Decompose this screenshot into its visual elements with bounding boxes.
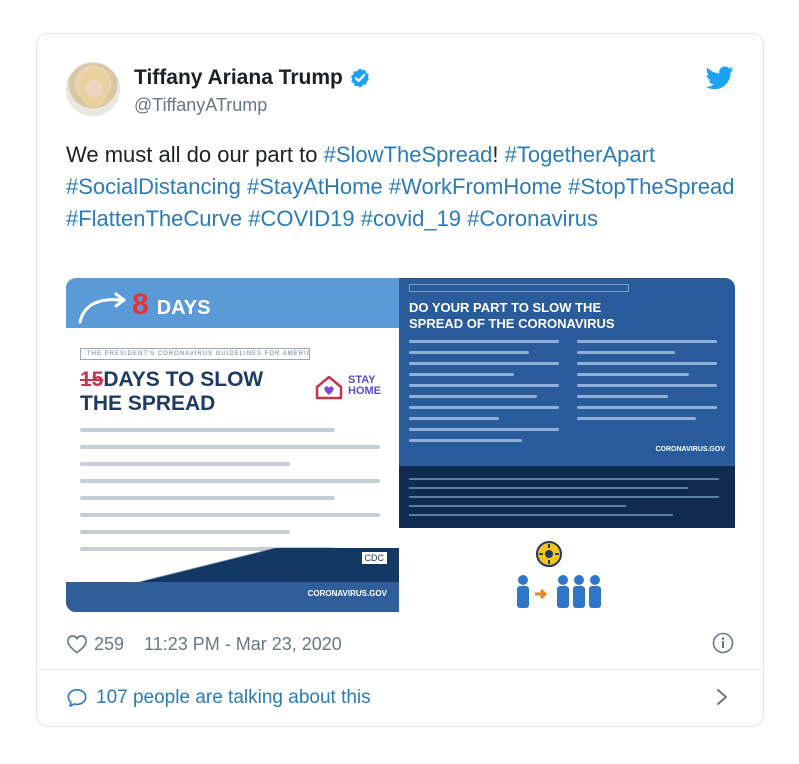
info-icon[interactable] xyxy=(712,632,734,654)
hashtag-link[interactable]: #StayAtHome xyxy=(247,174,383,199)
heart-icon[interactable] xyxy=(66,634,88,654)
hashtag-link[interactable]: #Coronavirus xyxy=(467,206,598,231)
author-handle[interactable]: @TiffanyATrump xyxy=(134,95,267,116)
twitter-bird-icon[interactable] xyxy=(706,66,734,90)
social-distance-people-icon xyxy=(517,541,601,608)
chevron-right-icon[interactable] xyxy=(716,688,728,706)
title-line1: DAYS TO SLOW xyxy=(103,368,264,391)
countdown-days: DAYS xyxy=(156,297,211,319)
right-site-label: CORONAVIRUS.GOV xyxy=(655,446,726,453)
left-site-label: CORONAVIRUS.GOV xyxy=(307,589,387,598)
hashtag-link[interactable]: #SlowTheSpread xyxy=(324,142,493,167)
hashtag-link[interactable]: #FlattenTheCurve xyxy=(66,206,242,231)
do-part-line1: DO YOUR PART TO SLOW THE xyxy=(409,300,602,315)
right-guideline-bar xyxy=(409,284,629,292)
guideline-text-lines xyxy=(80,428,380,564)
slow-spread-title: 15DAYS TO SLOW THE SPREAD xyxy=(80,368,263,416)
countdown-number: 8 xyxy=(132,288,149,321)
avatar[interactable] xyxy=(66,62,120,116)
right-dark-text-lines xyxy=(409,478,719,523)
hashtag-link[interactable]: #covid_19 xyxy=(361,206,461,231)
tweet-meta: 259 11:23 PM - Mar 23, 2020 xyxy=(66,630,734,658)
tweet-text-segment: We must all do our part to xyxy=(66,142,324,167)
hashtag-link[interactable]: #WorkFromHome xyxy=(389,174,562,199)
tweet-media[interactable]: 8 DAYS THE PRESIDENT'S CORONAVIRUS GUIDEL… xyxy=(66,278,735,612)
do-part-line2: SPREAD OF THE CORONAVIRUS xyxy=(409,316,615,331)
title-line2: THE SPREAD xyxy=(80,392,216,415)
media-image-do-your-part[interactable]: DO YOUR PART TO SLOW THE SPREAD OF THE C… xyxy=(399,278,735,612)
verified-badge-icon xyxy=(350,68,369,88)
tweet-header: Tiffany Ariana Trump @TiffanyATrump xyxy=(66,62,734,120)
right-text-lines-left xyxy=(409,340,559,450)
tweet-text-segment: ! xyxy=(492,142,505,167)
divider xyxy=(37,669,763,670)
conversation-label[interactable]: 107 people are talking about this xyxy=(96,687,371,709)
hashtag-link[interactable]: #COVID19 xyxy=(248,206,354,231)
countdown-label: 8 DAYS xyxy=(132,288,210,322)
author-name-row[interactable]: Tiffany Ariana Trump xyxy=(134,66,371,90)
stay-home-text: STAY HOME xyxy=(348,375,381,397)
speech-bubble-icon xyxy=(67,689,87,707)
media-image-15-days[interactable]: 8 DAYS THE PRESIDENT'S CORONAVIRUS GUIDEL… xyxy=(66,278,399,612)
tweet-card: Tiffany Ariana Trump @TiffanyATrump We m… xyxy=(36,33,764,727)
tweet-text: We must all do our part to #SlowTheSprea… xyxy=(66,139,746,235)
hashtag-link[interactable]: #TogetherApart xyxy=(505,142,655,167)
cdc-logo: CDC xyxy=(361,552,387,564)
right-text-lines-right xyxy=(577,340,717,428)
like-count[interactable]: 259 xyxy=(94,634,124,655)
curved-arrow-icon xyxy=(78,292,126,324)
conversation-link[interactable]: 107 people are talking about this xyxy=(66,684,734,712)
do-your-part-title: DO YOUR PART TO SLOW THE SPREAD OF THE C… xyxy=(409,300,615,332)
timestamp-link[interactable]: 11:23 PM - Mar 23, 2020 xyxy=(144,634,342,655)
guideline-header: THE PRESIDENT'S CORONAVIRUS GUIDELINES F… xyxy=(80,348,310,360)
stay-home-house-icon xyxy=(315,375,343,400)
author-display-name[interactable]: Tiffany Ariana Trump xyxy=(134,66,343,90)
stay-home-line2: HOME xyxy=(348,385,381,397)
hashtag-link[interactable]: #StopTheSpread xyxy=(568,174,734,199)
hashtag-link[interactable]: #SocialDistancing xyxy=(66,174,241,199)
struck-number: 15 xyxy=(80,368,104,391)
